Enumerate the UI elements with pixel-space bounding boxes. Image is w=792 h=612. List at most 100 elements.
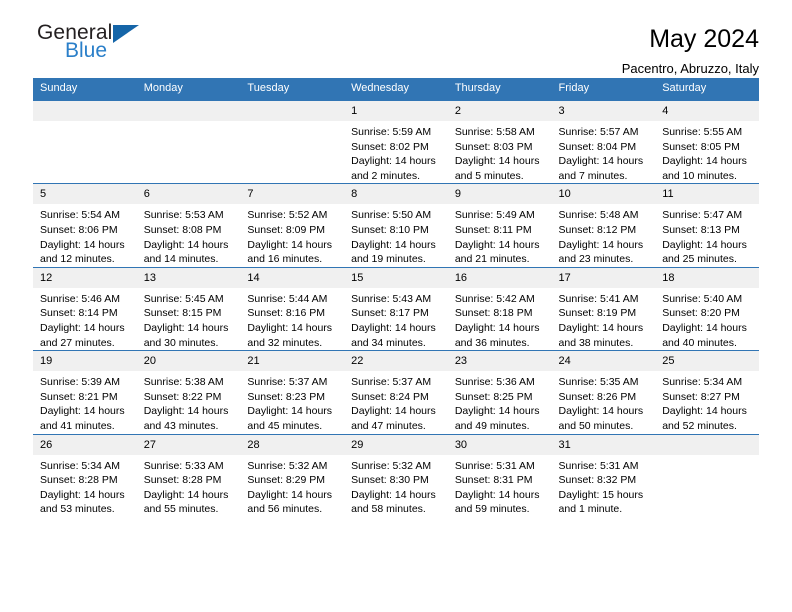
- day-details: Sunrise: 5:31 AM Sunset: 8:31 PM Daylight:…: [448, 455, 552, 517]
- sunset-text: Sunset: 8:22 PM: [143, 390, 222, 403]
- day-details: Sunrise: 5:45 AM Sunset: 8:15 PM Daylight:…: [137, 288, 241, 350]
- calendar-cell-day-25[interactable]: 25 Sunrise: 5:34 AM Sunset: 8:27 PM Dayligh…: [655, 350, 759, 434]
- day-number: 2: [447, 101, 552, 121]
- daylight-text: and 53 minutes.: [40, 503, 115, 516]
- calendar-cell-day-26[interactable]: 26 Sunrise: 5:34 AM Sunset: 8:28 PM Dayligh…: [33, 433, 137, 517]
- daylight-text: Daylight: 14 hours: [351, 488, 436, 501]
- calendar-cell-day-9[interactable]: 9 Sunrise: 5:49 AM Sunset: 8:11 PM Daylight…: [447, 183, 552, 268]
- day-number: 7: [240, 184, 345, 205]
- sunrise-text: Sunrise: 5:40 AM: [662, 292, 743, 305]
- page-title: May 2024: [649, 25, 759, 53]
- general-blue-logo[interactable]: General Blue: [33, 22, 140, 61]
- daylight-text: and 12 minutes.: [40, 253, 115, 266]
- daylight-text: Daylight: 14 hours: [662, 321, 747, 334]
- calendar-cell-day-24[interactable]: 24 Sunrise: 5:35 AM Sunset: 8:26 PM Dayligh…: [551, 350, 656, 434]
- day-number: 19: [33, 351, 137, 372]
- daylight-text: and 34 minutes.: [351, 336, 426, 349]
- sunrise-text: Sunrise: 5:38 AM: [143, 376, 224, 389]
- daylight-text: Daylight: 14 hours: [143, 238, 229, 251]
- daylight-text: and 27 minutes.: [40, 336, 115, 349]
- calendar-cell-day-1[interactable]: 1 Sunrise: 5:59 AM Sunset: 8:02 PM Daylight…: [344, 99, 448, 184]
- sunrise-text: Sunrise: 5:55 AM: [662, 126, 743, 138]
- calendar-cell-day-19[interactable]: 19 Sunrise: 5:39 AM Sunset: 8:21 PM Dayligh…: [33, 350, 137, 434]
- calendar-cell-day-12[interactable]: 12 Sunrise: 5:46 AM Sunset: 8:14 PM Dayligh…: [33, 266, 137, 351]
- calendar-week-row: 26 Sunrise: 5:34 AM Sunset: 8:28 PM Dayligh…: [33, 433, 759, 517]
- day-number: 22: [344, 351, 448, 372]
- sunset-text: Sunset: 8:12 PM: [558, 223, 637, 236]
- calendar-cell-day-7[interactable]: 7 Sunrise: 5:52 AM Sunset: 8:09 PM Daylight…: [240, 183, 345, 268]
- calendar-cell-day-11[interactable]: 11 Sunrise: 5:47 AM Sunset: 8:13 PM Dayligh…: [655, 183, 759, 268]
- calendar-cell-day-18[interactable]: 18 Sunrise: 5:40 AM Sunset: 8:20 PM Dayligh…: [655, 266, 759, 351]
- sunrise-text: Sunrise: 5:53 AM: [143, 209, 224, 222]
- day-details: Sunrise: 5:50 AM Sunset: 8:10 PM Daylight:…: [344, 204, 448, 266]
- calendar-cell-day-14[interactable]: 14 Sunrise: 5:44 AM Sunset: 8:16 PM Dayligh…: [240, 266, 345, 351]
- title-block: May 2024 Pacentro, Abruzzo, Italy: [622, 22, 759, 78]
- calendar-cell-day-22[interactable]: 22 Sunrise: 5:37 AM Sunset: 8:24 PM Dayligh…: [344, 350, 448, 434]
- calendar-cell-day-8[interactable]: 8 Sunrise: 5:50 AM Sunset: 8:10 PM Daylight…: [344, 183, 448, 268]
- day-number: [655, 434, 759, 455]
- daylight-text: Daylight: 14 hours: [247, 405, 333, 418]
- calendar-cell-day-21[interactable]: 21 Sunrise: 5:37 AM Sunset: 8:23 PM Dayligh…: [240, 350, 345, 434]
- weekday-header-friday: Friday: [551, 78, 656, 101]
- calendar-cell-day-29[interactable]: 29 Sunrise: 5:32 AM Sunset: 8:30 PM Dayligh…: [344, 433, 448, 517]
- sunset-text: Sunset: 8:27 PM: [662, 390, 740, 403]
- sunset-text: Sunset: 8:31 PM: [454, 474, 533, 487]
- day-number: 31: [551, 434, 656, 455]
- calendar-cell-day-23[interactable]: 23 Sunrise: 5:36 AM Sunset: 8:25 PM Dayligh…: [447, 350, 552, 434]
- sunset-text: Sunset: 8:08 PM: [143, 223, 222, 236]
- sunset-text: Sunset: 8:17 PM: [351, 307, 429, 320]
- calendar-cell-day-13[interactable]: 13 Sunrise: 5:45 AM Sunset: 8:15 PM Dayligh…: [136, 266, 241, 351]
- day-details: Sunrise: 5:37 AM Sunset: 8:23 PM Daylight:…: [240, 371, 344, 433]
- calendar-week-row: 5 Sunrise: 5:54 AM Sunset: 8:06 PM Daylight…: [33, 183, 759, 268]
- day-details: Sunrise: 5:47 AM Sunset: 8:13 PM Daylight:…: [655, 204, 759, 266]
- day-number: 30: [447, 434, 552, 455]
- calendar-cell-day-2[interactable]: 2 Sunrise: 5:58 AM Sunset: 8:03 PM Daylight…: [447, 99, 552, 184]
- day-details: Sunrise: 5:42 AM Sunset: 8:18 PM Daylight:…: [448, 288, 552, 350]
- day-details: Sunrise: 5:54 AM Sunset: 8:06 PM Daylight:…: [33, 204, 137, 266]
- sunset-text: Sunset: 8:05 PM: [662, 140, 740, 153]
- daylight-text: and 58 minutes.: [351, 503, 426, 516]
- sunset-text: Sunset: 8:10 PM: [351, 223, 429, 236]
- calendar-cell-day-6[interactable]: 6 Sunrise: 5:53 AM Sunset: 8:08 PM Daylight…: [136, 183, 241, 268]
- calendar-cell-day-3[interactable]: 3 Sunrise: 5:57 AM Sunset: 8:04 PM Daylight…: [551, 99, 656, 184]
- sunset-text: Sunset: 8:06 PM: [40, 223, 118, 236]
- day-number: 6: [136, 184, 241, 205]
- day-details: Sunrise: 5:39 AM Sunset: 8:21 PM Daylight:…: [33, 371, 137, 433]
- calendar-cell-day-20[interactable]: 20 Sunrise: 5:38 AM Sunset: 8:22 PM Dayligh…: [136, 350, 241, 434]
- sunset-text: Sunset: 8:28 PM: [40, 474, 118, 487]
- day-number: 1: [344, 101, 448, 121]
- daylight-text: and 25 minutes.: [662, 253, 737, 266]
- calendar-cell-empty: [655, 433, 759, 517]
- weekday-header-sunday: Sunday: [33, 78, 137, 101]
- sunrise-text: Sunrise: 5:52 AM: [247, 209, 328, 222]
- calendar-cell-day-4[interactable]: 4 Sunrise: 5:55 AM Sunset: 8:05 PM Daylight…: [655, 99, 759, 184]
- calendar-cell-day-16[interactable]: 16 Sunrise: 5:42 AM Sunset: 8:18 PM Dayligh…: [447, 266, 552, 351]
- daylight-text: Daylight: 14 hours: [662, 405, 747, 418]
- sunset-text: Sunset: 8:16 PM: [247, 307, 326, 320]
- daylight-text: and 41 minutes.: [40, 419, 115, 432]
- sunrise-text: Sunrise: 5:43 AM: [351, 292, 432, 305]
- sunrise-text: Sunrise: 5:49 AM: [454, 209, 535, 222]
- daylight-text: Daylight: 14 hours: [351, 405, 436, 418]
- calendar-cell-day-28[interactable]: 28 Sunrise: 5:32 AM Sunset: 8:29 PM Dayligh…: [240, 433, 345, 517]
- calendar-cell-day-27[interactable]: 27 Sunrise: 5:33 AM Sunset: 8:28 PM Dayligh…: [136, 433, 241, 517]
- calendar-cell-day-17[interactable]: 17 Sunrise: 5:41 AM Sunset: 8:19 PM Dayligh…: [551, 266, 656, 351]
- day-number: 27: [136, 434, 241, 455]
- sunrise-text: Sunrise: 5:39 AM: [40, 376, 120, 389]
- daylight-text: Daylight: 14 hours: [454, 321, 540, 334]
- day-number: [33, 101, 137, 121]
- daylight-text: and 50 minutes.: [558, 419, 634, 432]
- sunset-text: Sunset: 8:21 PM: [40, 390, 118, 403]
- day-number: [136, 101, 241, 121]
- calendar-cell-day-15[interactable]: 15 Sunrise: 5:43 AM Sunset: 8:17 PM Dayligh…: [344, 266, 448, 351]
- day-details: Sunrise: 5:41 AM Sunset: 8:19 PM Daylight:…: [552, 288, 656, 350]
- daylight-text: Daylight: 14 hours: [454, 405, 540, 418]
- sunset-text: Sunset: 8:04 PM: [558, 140, 637, 153]
- calendar-cell-day-5[interactable]: 5 Sunrise: 5:54 AM Sunset: 8:06 PM Daylight…: [33, 183, 137, 268]
- day-details: Sunrise: 5:59 AM Sunset: 8:02 PM Daylight:…: [344, 121, 448, 183]
- calendar-cell-day-30[interactable]: 30 Sunrise: 5:31 AM Sunset: 8:31 PM Dayligh…: [447, 433, 552, 517]
- day-details: Sunrise: 5:34 AM Sunset: 8:27 PM Daylight:…: [655, 371, 759, 433]
- calendar-cell-day-10[interactable]: 10 Sunrise: 5:48 AM Sunset: 8:12 PM Dayligh…: [551, 183, 656, 268]
- daylight-text: and 5 minutes.: [454, 169, 524, 182]
- calendar-cell-day-31[interactable]: 31 Sunrise: 5:31 AM Sunset: 8:32 PM Dayligh…: [551, 433, 656, 517]
